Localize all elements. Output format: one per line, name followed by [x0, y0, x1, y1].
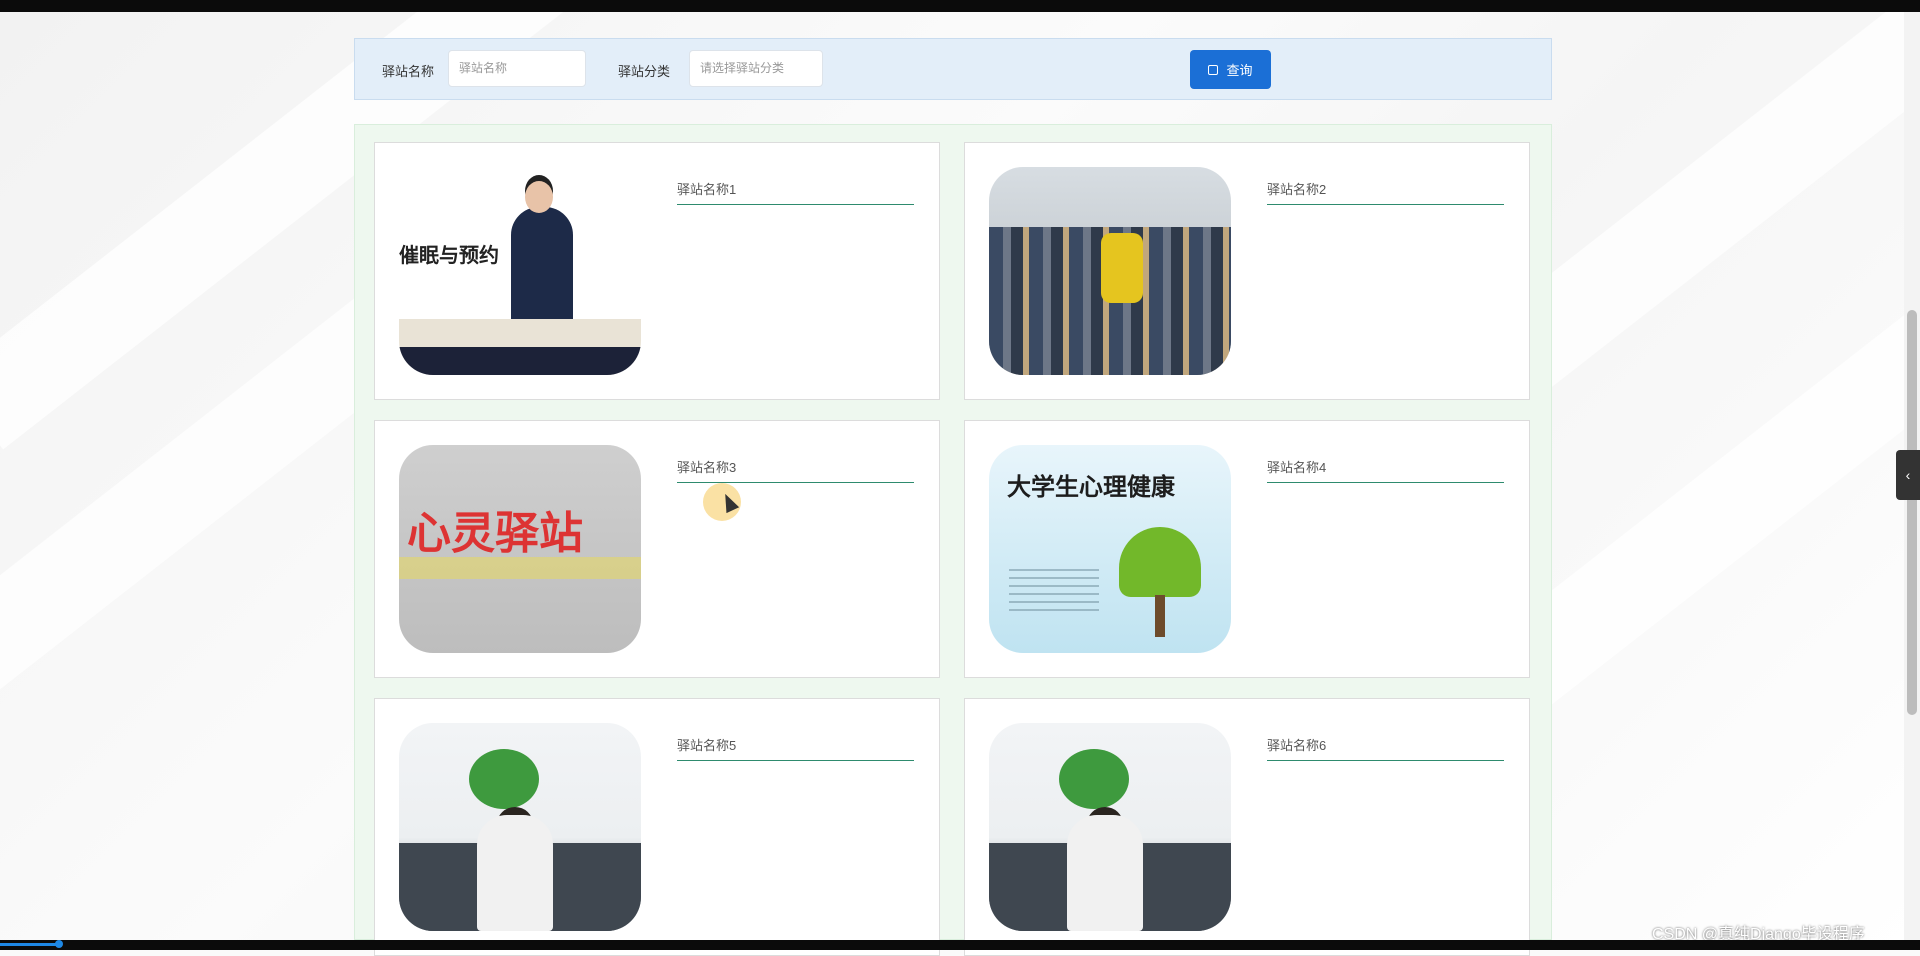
name-label: 驿站名称: [382, 61, 434, 80]
scrollbar-thumb[interactable]: [1907, 310, 1917, 715]
search-button-label: 查询: [1226, 60, 1252, 79]
category-select[interactable]: 请选择驿站分类: [689, 50, 823, 87]
search-icon: [1208, 65, 1218, 75]
playback-progress: [0, 943, 62, 946]
image-caption: 心灵驿站: [407, 497, 583, 561]
station-card[interactable]: 心灵驿站 驿站名称3: [374, 420, 940, 678]
station-title[interactable]: 驿站名称6: [1267, 735, 1504, 761]
station-card[interactable]: 驿站名称6: [964, 698, 1530, 956]
station-card[interactable]: 驿站名称5: [374, 698, 940, 956]
station-title[interactable]: 驿站名称5: [677, 735, 914, 761]
station-image[interactable]: [989, 723, 1231, 931]
category-label: 驿站分类: [618, 61, 670, 80]
station-image[interactable]: 催眠与预约: [399, 167, 641, 375]
station-image[interactable]: [399, 723, 641, 931]
station-title[interactable]: 驿站名称1: [677, 179, 914, 205]
chevron-left-icon: ‹: [1906, 467, 1911, 483]
station-image[interactable]: 大学生心理健康: [989, 445, 1231, 653]
image-caption: 大学生心理健康: [1007, 467, 1175, 502]
bottom-bar: [0, 940, 1920, 950]
side-panel-toggle[interactable]: ‹: [1896, 450, 1920, 500]
name-search-input[interactable]: 驿站名称: [448, 50, 586, 87]
station-title[interactable]: 驿站名称4: [1267, 457, 1504, 483]
station-list: 催眠与预约 驿站名称1 驿站名称2 心灵驿站 驿站名称3 大学生心理健康 驿站名…: [354, 124, 1552, 940]
station-title[interactable]: 驿站名称2: [1267, 179, 1504, 205]
image-caption: 催眠与预约: [399, 239, 499, 268]
station-title[interactable]: 驿站名称3: [677, 457, 914, 483]
search-button[interactable]: 查询: [1190, 50, 1271, 89]
station-card[interactable]: 催眠与预约 驿站名称1: [374, 142, 940, 400]
search-bar: 驿站名称 驿站名称 驿站分类 请选择驿站分类 查询: [354, 38, 1552, 100]
station-card[interactable]: 大学生心理健康 驿站名称4: [964, 420, 1530, 678]
station-card[interactable]: 驿站名称2: [964, 142, 1530, 400]
top-bar: [0, 0, 1920, 12]
station-image[interactable]: [989, 167, 1231, 375]
station-image[interactable]: 心灵驿站: [399, 445, 641, 653]
playback-handle[interactable]: [55, 940, 63, 948]
